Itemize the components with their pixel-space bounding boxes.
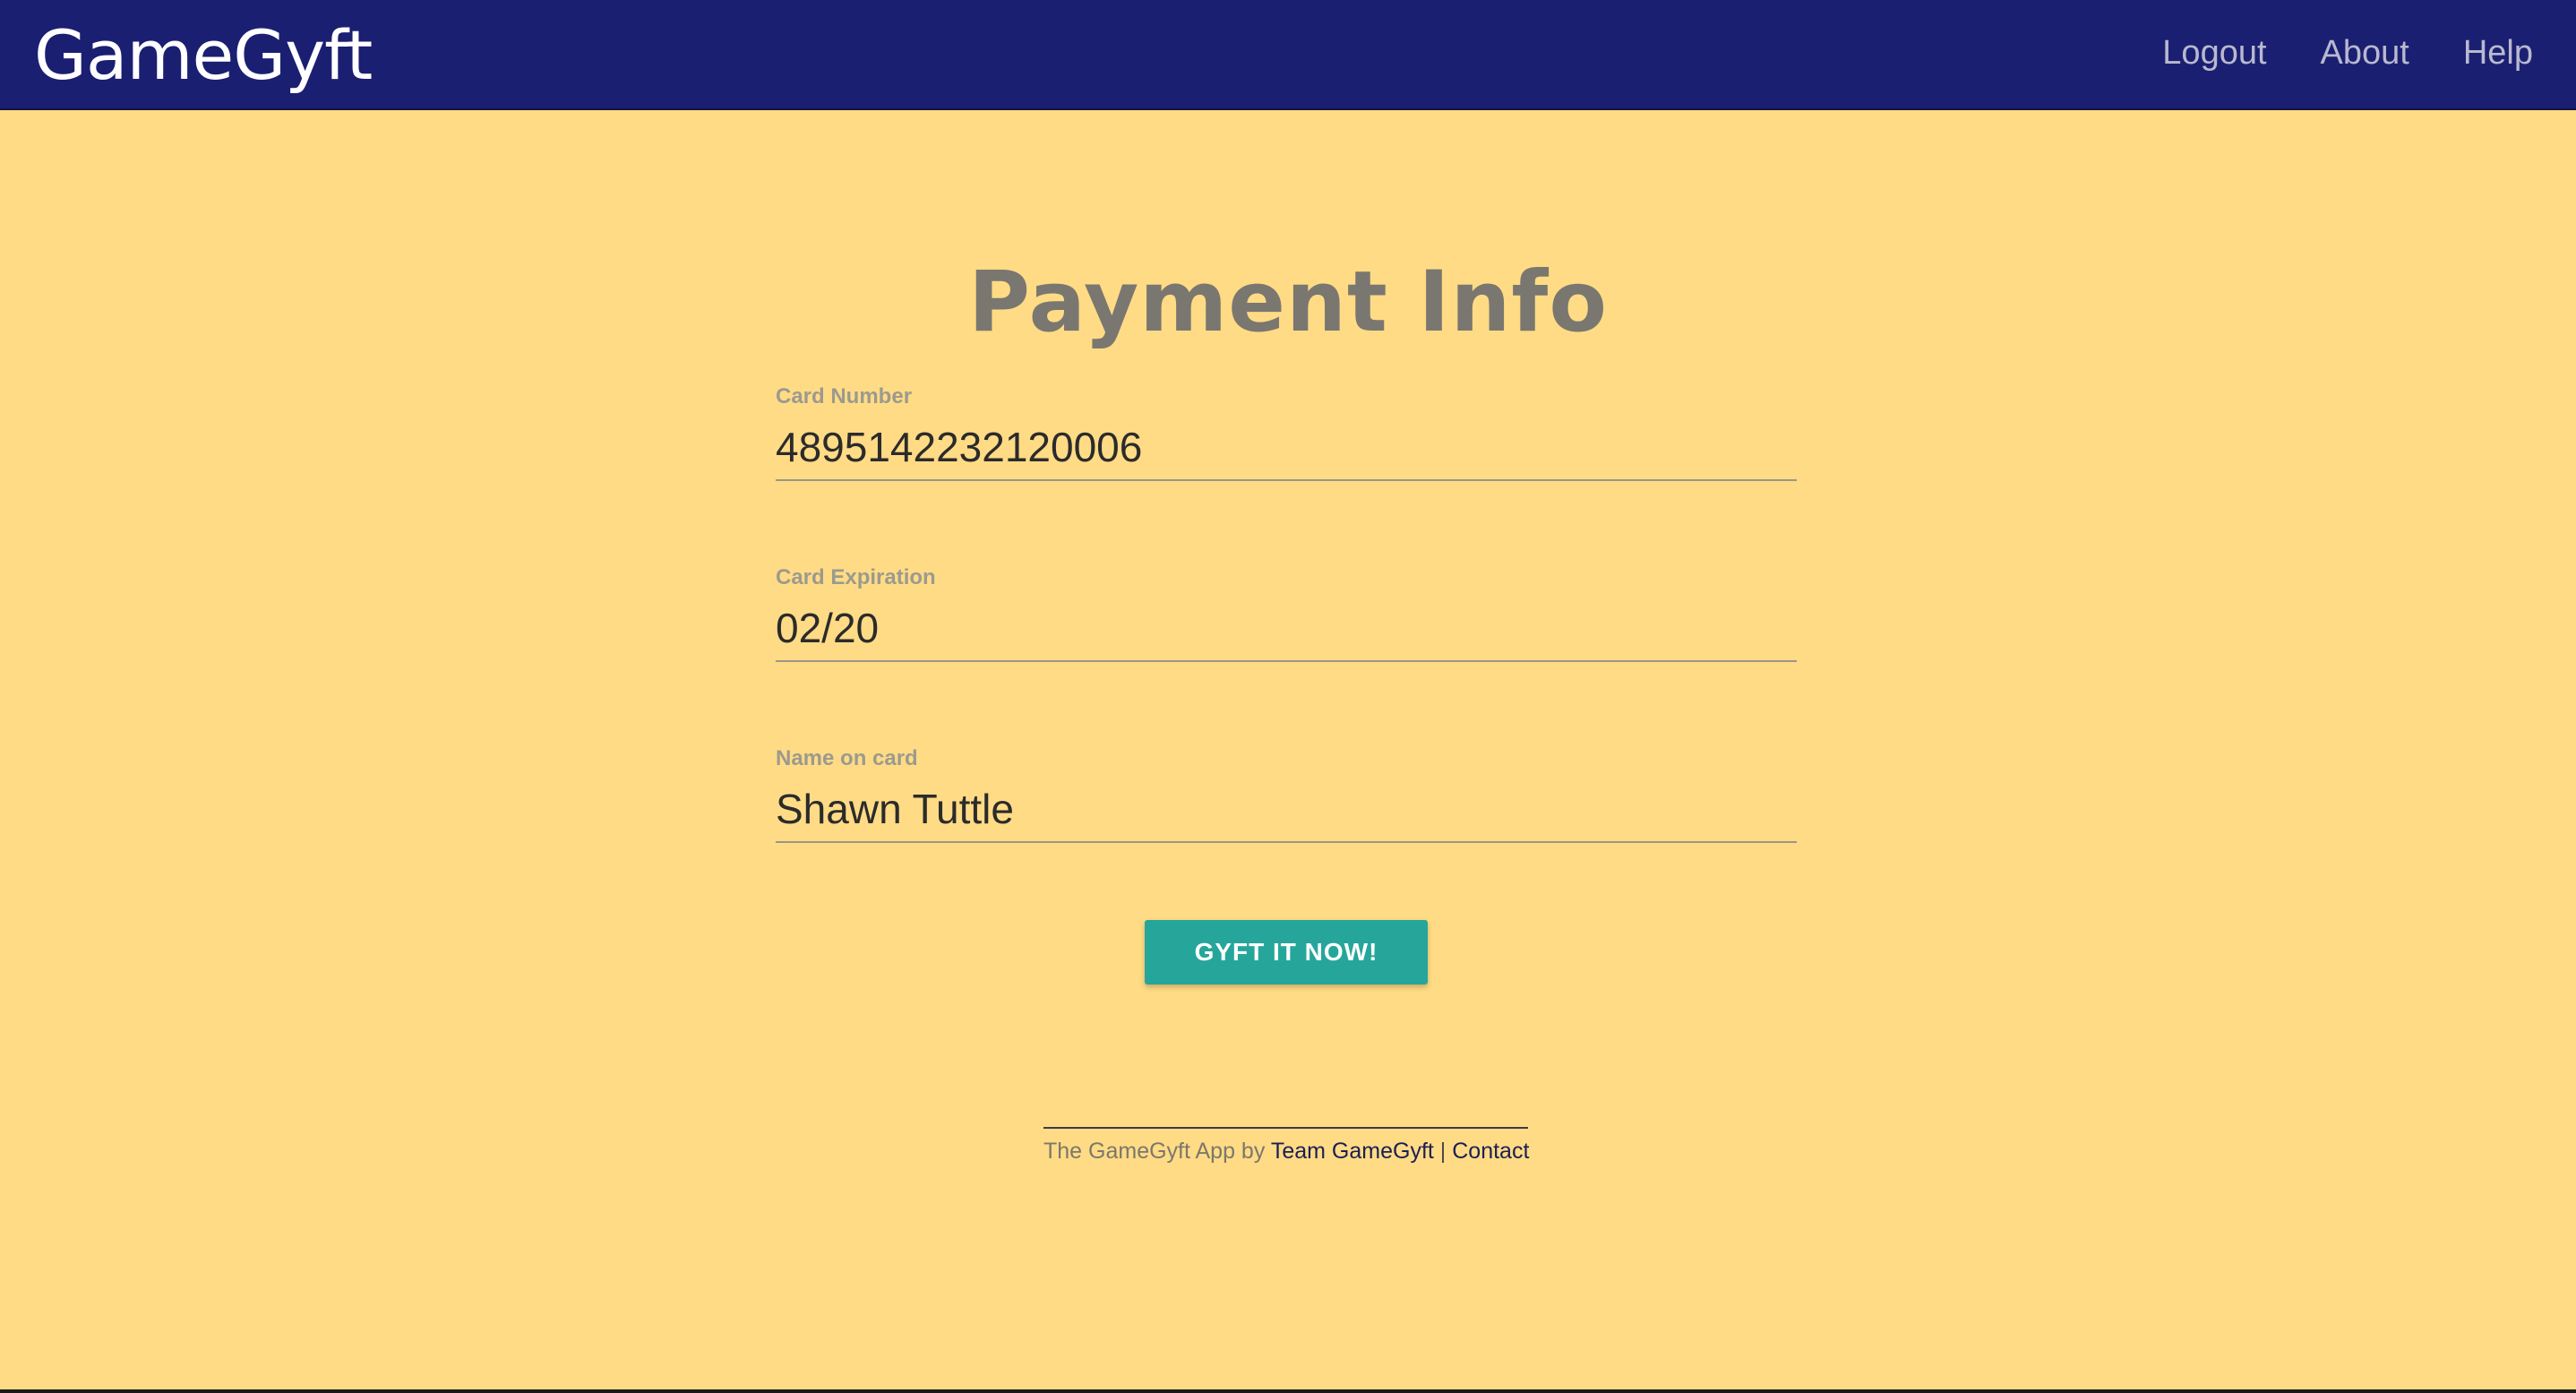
gyft-it-now-button[interactable]: GYFT IT NOW! [1145, 920, 1428, 985]
name-on-card-label: Name on card [776, 746, 918, 770]
card-number-input[interactable] [776, 415, 1797, 481]
main-content: Payment Info Card Number Card Expiration… [0, 110, 2576, 1389]
footer-separator: | [1439, 1139, 1447, 1164]
card-number-label: Card Number [776, 384, 913, 408]
nav-about-link[interactable]: About [2321, 34, 2409, 73]
name-on-card-input[interactable] [776, 777, 1797, 843]
footer-contact-link[interactable]: Contact [1452, 1139, 1529, 1164]
name-on-card-field: Name on card [776, 746, 1797, 854]
nav-logout-link[interactable]: Logout [2162, 34, 2266, 73]
footer-credit-text: The GameGyft App by [1043, 1139, 1266, 1164]
nav-help-link[interactable]: Help [2463, 34, 2533, 73]
nav-links: Logout About Help [2108, 0, 2533, 106]
card-number-field: Card Number [776, 384, 1797, 492]
bottom-border [0, 1389, 2576, 1393]
card-expiration-input[interactable] [776, 596, 1797, 662]
top-navbar: GameGyft Logout About Help [0, 0, 2576, 110]
page-title: Payment Info [968, 254, 1608, 351]
brand-logo[interactable]: GameGyft [34, 16, 373, 95]
footer-divider [1043, 1127, 1528, 1129]
card-expiration-field: Card Expiration [776, 565, 1797, 673]
footer: The GameGyft App by Team GameGyft | Cont… [1043, 1139, 1529, 1165]
card-expiration-label: Card Expiration [776, 565, 936, 589]
footer-team-link[interactable]: Team GameGyft [1271, 1139, 1434, 1164]
